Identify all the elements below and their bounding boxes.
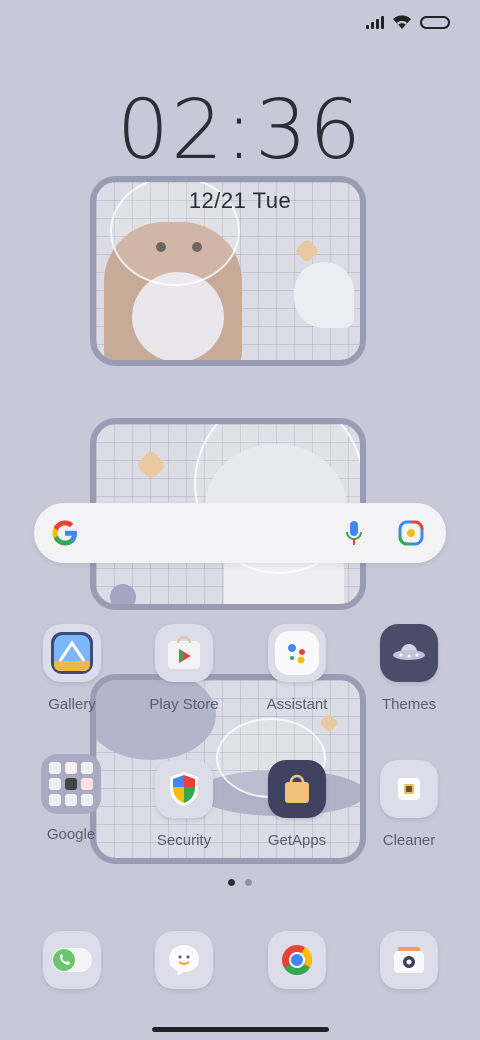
app-getapps[interactable]: GetApps — [241, 760, 353, 849]
dock-chrome[interactable] — [241, 931, 353, 989]
app-gallery[interactable]: Gallery — [16, 624, 128, 713]
app-assistant[interactable]: Assistant — [241, 624, 353, 713]
app-label: Google — [46, 826, 96, 843]
security-icon[interactable] — [155, 760, 213, 818]
google-search-bar[interactable] — [34, 503, 446, 563]
app-label: Cleaner — [382, 832, 436, 849]
mic-icon[interactable] — [344, 519, 364, 547]
app-label: Assistant — [266, 696, 328, 713]
clock-date[interactable]: 12/21 Tue — [0, 188, 480, 214]
themes-icon[interactable] — [380, 624, 438, 682]
phone-icon[interactable] — [43, 931, 101, 989]
app-label: Security — [156, 832, 212, 849]
star-decoration — [135, 449, 167, 481]
battery-icon — [420, 15, 450, 29]
chrome-icon[interactable] — [268, 931, 326, 989]
app-security[interactable]: Security — [128, 760, 240, 849]
planet-decoration — [110, 584, 136, 604]
dock-camera[interactable] — [353, 931, 465, 989]
cleaner-icon[interactable] — [380, 760, 438, 818]
dock-messages[interactable] — [128, 931, 240, 989]
google-logo-icon — [52, 520, 77, 546]
app-play-store[interactable]: Play Store — [128, 624, 240, 713]
page-indicator — [0, 879, 480, 886]
wifi-icon — [393, 15, 411, 29]
app-label: Gallery — [48, 696, 96, 713]
page-dot-active[interactable] — [228, 879, 235, 886]
getapps-icon[interactable] — [268, 760, 326, 818]
gallery-icon[interactable] — [43, 624, 101, 682]
play-store-icon[interactable] — [155, 624, 213, 682]
camera-icon[interactable] — [380, 931, 438, 989]
status-bar — [366, 14, 450, 30]
dock-phone[interactable] — [16, 931, 128, 989]
google-lens-icon[interactable] — [398, 520, 424, 546]
app-google-folder[interactable]: Google — [15, 754, 127, 843]
cloud-decoration — [294, 262, 354, 328]
page-dot[interactable] — [245, 879, 252, 886]
clock-time[interactable]: 02:36 — [0, 90, 480, 172]
star-decoration — [319, 713, 339, 733]
app-label: GetApps — [267, 832, 327, 849]
assistant-icon[interactable] — [268, 624, 326, 682]
app-themes[interactable]: Themes — [353, 624, 465, 713]
home-gesture-bar[interactable] — [152, 1027, 329, 1032]
messages-icon[interactable] — [155, 931, 213, 989]
app-cleaner[interactable]: Cleaner — [353, 760, 465, 849]
google-folder-icon[interactable] — [41, 754, 101, 814]
signal-bars-icon — [366, 15, 384, 29]
app-label: Play Store — [149, 696, 219, 713]
star-decoration — [294, 238, 320, 264]
app-label: Themes — [381, 696, 437, 713]
